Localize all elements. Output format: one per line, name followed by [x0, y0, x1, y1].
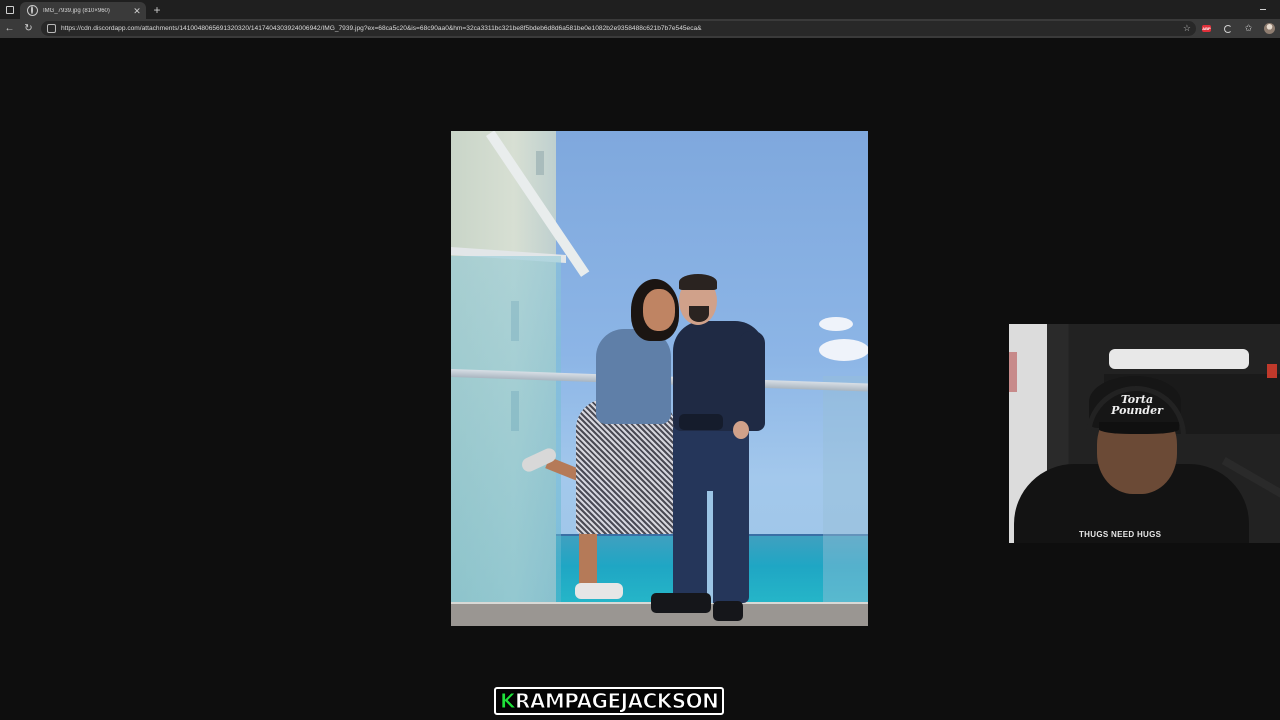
cap-text: Torta Pounder [1111, 393, 1163, 417]
woman-face [643, 289, 675, 331]
shirt-text: THUGS NEED HUGS [1079, 530, 1162, 539]
adblock-extension-icon[interactable]: ABP [1196, 19, 1217, 38]
new-tab-button[interactable]: + [146, 2, 168, 19]
tab-title: IMG_7939.jpg (810×960) [43, 7, 110, 14]
cloud [819, 339, 868, 361]
glass-panel [823, 376, 868, 616]
sync-icon[interactable] [1217, 19, 1238, 38]
webcam-overlay: Torta Pounder THUGS NEED HUGS [1009, 324, 1280, 543]
reload-icon[interactable]: ↻ [19, 19, 38, 38]
man-shoe [651, 593, 711, 613]
belt-bag [679, 414, 723, 430]
glass-panel [451, 256, 561, 616]
browser-tab[interactable]: IMG_7939.jpg (810×960) ✕ [20, 2, 146, 19]
couple-photo[interactable] [451, 131, 868, 626]
hand [733, 421, 749, 439]
site-info-icon[interactable] [47, 24, 56, 33]
person-leg [579, 529, 597, 587]
room-decor [1267, 364, 1277, 378]
minimize-icon[interactable] [1260, 9, 1266, 10]
profile-avatar[interactable] [1259, 19, 1280, 38]
bookmark-star-icon[interactable]: ☆ [1183, 22, 1191, 34]
streamer-name-rest: RAMPAGEJACKSON [514, 689, 719, 714]
tab-close-icon[interactable]: ✕ [132, 6, 142, 16]
streamer-name-badge: K RAMPAGEJACKSON [494, 687, 725, 715]
man-hair [679, 274, 717, 290]
room-decor [1009, 352, 1017, 392]
tab-list-icon[interactable] [0, 0, 20, 19]
favorites-icon[interactable]: ✩ [1238, 19, 1259, 38]
woman-jacket [596, 329, 671, 424]
browser-toolbar: ← ↻ https://cdn.discordapp.com/attachmen… [0, 19, 1280, 38]
streamer-name-initial: K [500, 689, 517, 714]
leg-gap [707, 491, 713, 603]
tab-strip: IMG_7939.jpg (810×960) ✕ + [0, 0, 1280, 19]
man-shoe [713, 601, 743, 621]
sneaker [575, 583, 623, 599]
globe-icon [27, 5, 38, 16]
man-arm [739, 331, 765, 431]
room-bed [1109, 349, 1249, 369]
man-beard [689, 306, 709, 322]
building-window [536, 151, 544, 175]
cloud [819, 317, 853, 331]
url-text: https://cdn.discordapp.com/attachments/1… [61, 25, 702, 32]
back-icon[interactable]: ← [0, 19, 19, 38]
address-bar[interactable]: https://cdn.discordapp.com/attachments/1… [41, 21, 1196, 36]
